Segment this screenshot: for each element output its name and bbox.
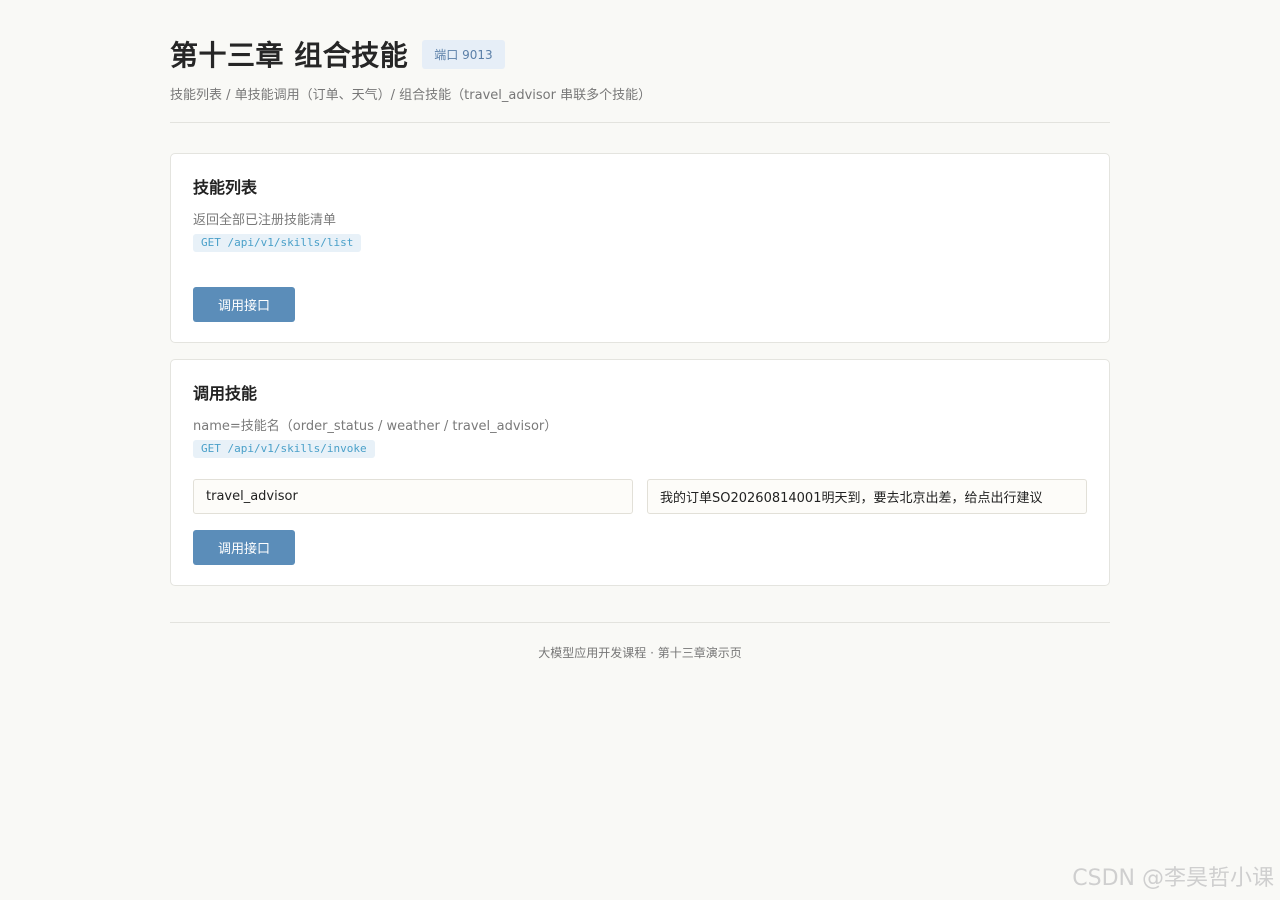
port-badge: 端口 9013 (422, 39, 505, 69)
page-title: 第十三章 组合技能 (170, 39, 409, 72)
endpoint-badge: GET /api/v1/skills/invoke (193, 440, 375, 458)
invoke-inputs (193, 479, 1087, 514)
skills-list-card: 技能列表 返回全部已注册技能清单 GET /api/v1/skills/list… (170, 153, 1110, 343)
card-description: name=技能名（order_status / weather / travel… (193, 419, 558, 434)
page-root: 第十三章 组合技能 端口 9013 技能列表 / 单技能调用（订单、天气）/ 组… (0, 0, 1280, 900)
card-title: 技能列表 (193, 178, 258, 197)
card-description: 返回全部已注册技能清单 (193, 213, 337, 228)
title-row: 第十三章 组合技能 端口 9013 (170, 34, 1110, 74)
breadcrumb: 技能列表 / 单技能调用（订单、天气）/ 组合技能（travel_advisor… (170, 88, 652, 103)
card-title: 调用技能 (193, 384, 258, 403)
query-input[interactable] (647, 479, 1087, 514)
invoke-list-button[interactable]: 调用接口 (193, 287, 295, 322)
skill-invoke-card: 调用技能 name=技能名（order_status / weather / t… (170, 359, 1110, 586)
page-footer: 大模型应用开发课程 · 第十三章演示页 (170, 622, 1110, 661)
page-header: 第十三章 组合技能 端口 9013 技能列表 / 单技能调用（订单、天气）/ 组… (170, 0, 1110, 123)
endpoint-badge: GET /api/v1/skills/list (193, 234, 362, 252)
main-container: 第十三章 组合技能 端口 9013 技能列表 / 单技能调用（订单、天气）/ 组… (170, 0, 1110, 586)
skill-name-input[interactable] (193, 479, 633, 514)
watermark: CSDN @李昊哲小课 (1072, 866, 1274, 891)
invoke-skill-button[interactable]: 调用接口 (193, 530, 295, 565)
